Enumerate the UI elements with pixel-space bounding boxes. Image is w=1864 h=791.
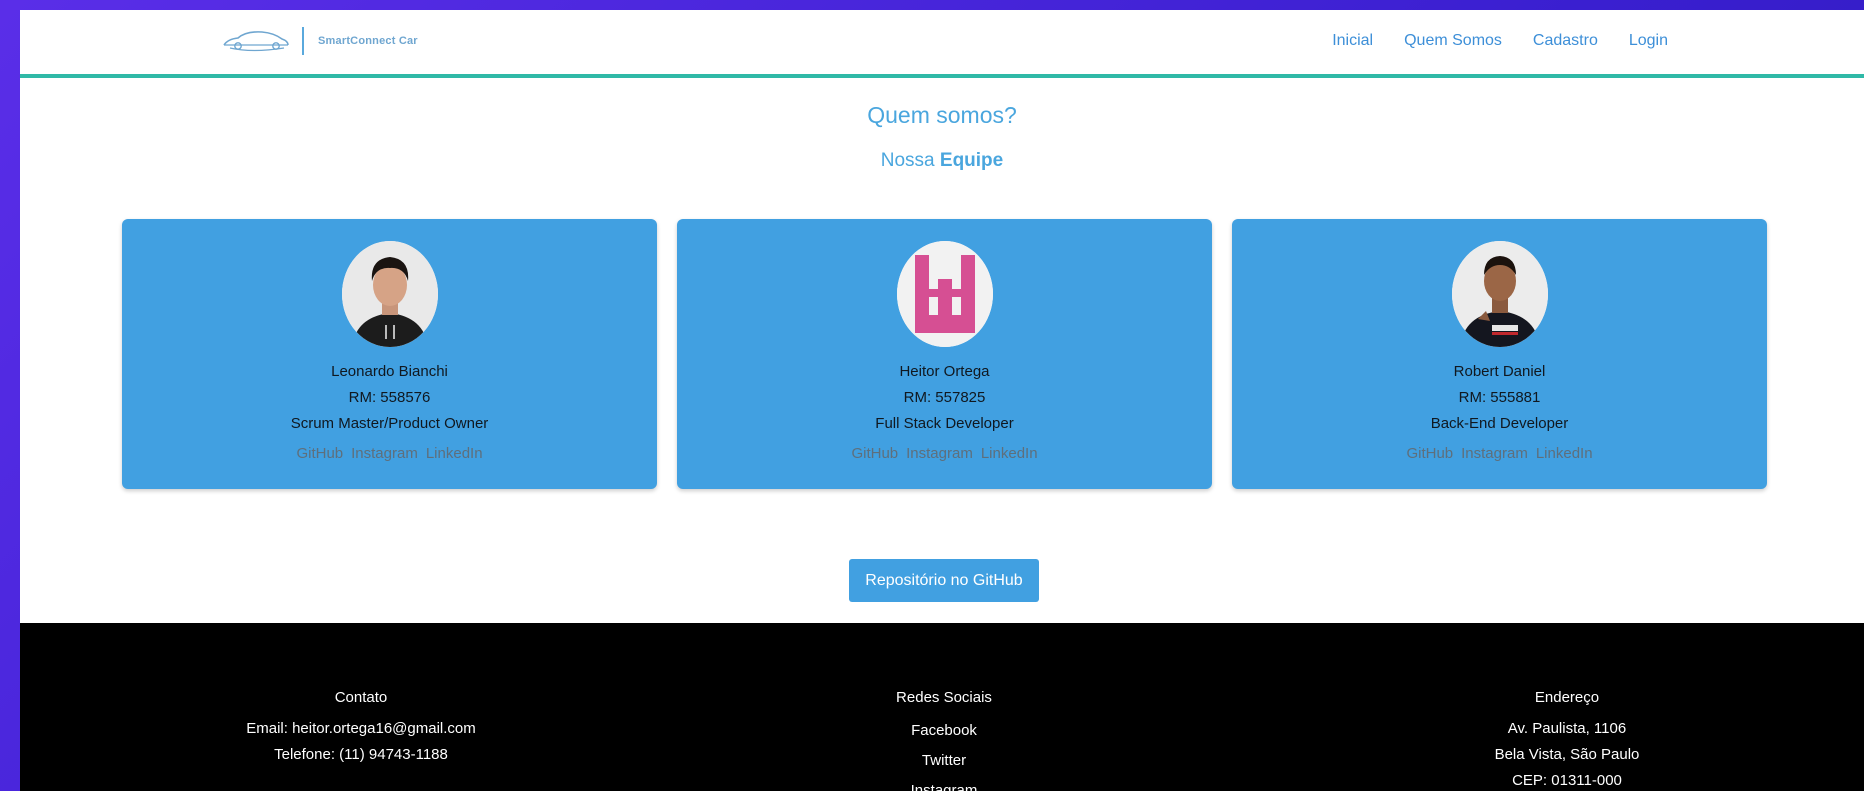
linkedin-link[interactable]: LinkedIn <box>426 445 483 462</box>
linkedin-link[interactable]: LinkedIn <box>981 445 1038 462</box>
logo-divider <box>302 27 304 55</box>
instagram-link[interactable]: Instagram <box>351 445 418 462</box>
nav-link-cadastro[interactable]: Cadastro <box>1533 32 1598 50</box>
person-photo-icon <box>341 241 438 347</box>
footer-phone: Telefone: (11) 94743-1188 <box>274 746 448 763</box>
footer-facebook-link[interactable]: Facebook <box>764 716 1124 746</box>
page-subtitle: Nossa Equipe <box>20 150 1864 172</box>
member-name: Leonardo Bianchi <box>331 363 448 380</box>
footer-contact: Contato Email: heitor.ortega16@gmail.com… <box>181 689 541 768</box>
nav-link-inicial[interactable]: Inicial <box>1332 32 1373 50</box>
instagram-link[interactable]: Instagram <box>1461 445 1528 462</box>
avatar <box>896 241 993 347</box>
navbar: SmartConnect Car Inicial Quem Somos Cada… <box>20 10 1864 78</box>
member-rm: RM: 558576 <box>348 389 431 406</box>
instagram-link[interactable]: Instagram <box>906 445 973 462</box>
team-cards: Leonardo Bianchi RM: 558576 Scrum Master… <box>122 219 1767 489</box>
avatar <box>1451 241 1548 347</box>
footer-address-line2: Bela Vista, São Paulo <box>1494 746 1640 763</box>
nav-link-login[interactable]: Login <box>1629 32 1668 50</box>
footer-social: Redes Sociais Facebook Twitter Instagram <box>764 689 1124 791</box>
footer-instagram-link[interactable]: Instagram <box>764 776 1124 791</box>
page-frame: SmartConnect Car Inicial Quem Somos Cada… <box>20 10 1864 791</box>
subtitle-bold: Equipe <box>939 150 1004 171</box>
footer-address-line3: CEP: 01311-000 <box>1512 772 1622 789</box>
github-link[interactable]: GitHub <box>851 445 898 462</box>
team-card-robert: Robert Daniel RM: 555881 Back-End Develo… <box>1232 219 1767 489</box>
github-repo-button[interactable]: Repositório no GitHub <box>849 559 1039 602</box>
member-rm: RM: 555881 <box>1458 389 1541 406</box>
identicon-avatar-icon <box>896 241 993 347</box>
footer-social-title: Redes Sociais <box>896 689 992 706</box>
linkedin-link[interactable]: LinkedIn <box>1536 445 1593 462</box>
github-link[interactable]: GitHub <box>296 445 343 462</box>
member-name: Heitor Ortega <box>899 363 990 380</box>
team-card-leonardo: Leonardo Bianchi RM: 558576 Scrum Master… <box>122 219 657 489</box>
avatar <box>341 241 438 347</box>
car-logo-icon <box>223 31 289 52</box>
footer: Contato Email: heitor.ortega16@gmail.com… <box>20 623 1864 791</box>
member-role: Full Stack Developer <box>875 415 1014 432</box>
team-card-heitor: Heitor Ortega RM: 557825 Full Stack Deve… <box>677 219 1212 489</box>
github-link[interactable]: GitHub <box>1406 445 1453 462</box>
person-photo-icon <box>1451 241 1548 347</box>
subtitle-prefix: Nossa <box>880 150 935 171</box>
footer-address: Endereço Av. Paulista, 1106 Bela Vista, … <box>1387 689 1747 791</box>
nav-menu: Inicial Quem Somos Cadastro Login <box>1332 32 1668 50</box>
footer-address-line1: Av. Paulista, 1106 <box>1507 720 1627 737</box>
footer-twitter-link[interactable]: Twitter <box>764 746 1124 776</box>
logo[interactable]: SmartConnect Car <box>222 27 418 55</box>
member-name: Robert Daniel <box>1453 363 1546 380</box>
member-social-links: GitHub Instagram LinkedIn <box>122 445 657 462</box>
footer-address-title: Endereço <box>1534 689 1600 706</box>
member-social-links: GitHub Instagram LinkedIn <box>677 445 1212 462</box>
page-title: Quem somos? <box>867 102 1017 128</box>
member-role: Back-End Developer <box>1430 415 1569 432</box>
member-social-links: GitHub Instagram LinkedIn <box>1232 445 1767 462</box>
nav-link-quem-somos[interactable]: Quem Somos <box>1404 32 1502 50</box>
member-rm: RM: 557825 <box>903 389 986 406</box>
member-role: Scrum Master/Product Owner <box>290 415 489 432</box>
footer-contact-title: Contato <box>334 689 388 706</box>
footer-email: Email: heitor.ortega16@gmail.com <box>246 720 476 737</box>
brand-name: SmartConnect Car <box>318 35 418 47</box>
